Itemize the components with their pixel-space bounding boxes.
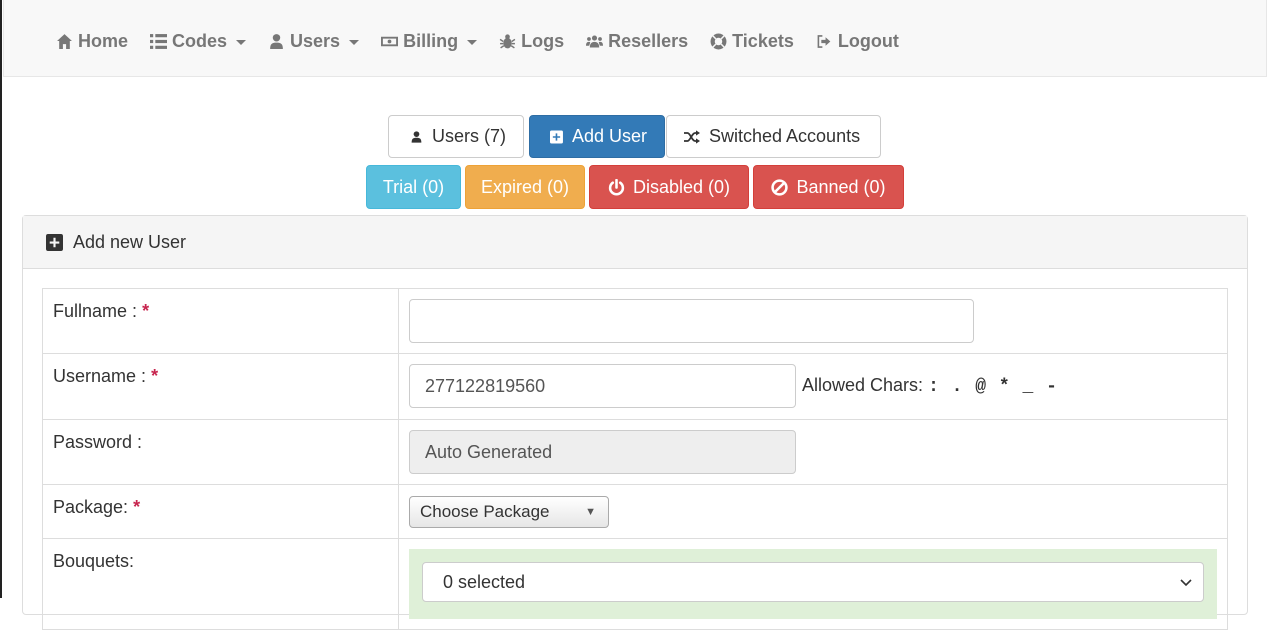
banned-button[interactable]: Banned (0) [753, 165, 904, 209]
nav-home-label: Home [78, 31, 129, 51]
top-navbar: Home Codes Users Billing Logs Resellers … [3, 0, 1267, 77]
plus-square-icon [46, 233, 63, 251]
ban-icon [771, 178, 789, 196]
form-row-package: Package: * Choose Package ▼ [42, 484, 1228, 539]
package-field-cell: Choose Package ▼ [398, 484, 1228, 539]
password-label: Password : [53, 432, 143, 452]
fullname-field-cell [398, 288, 1228, 354]
status-filter-buttons: Trial (0) Expired (0) Disabled (0) Banne… [366, 165, 904, 209]
panel-title: Add new User [73, 231, 187, 252]
random-icon [684, 129, 700, 144]
tab-switched-accounts[interactable]: Switched Accounts [666, 115, 881, 158]
bouquets-label: Bouquets: [53, 551, 135, 571]
form-row-username: Username : * Allowed Chars: : . @ * _ - [42, 353, 1228, 420]
nav-users[interactable]: Users [268, 31, 360, 52]
nav-home[interactable]: Home [56, 31, 128, 52]
expired-button[interactable]: Expired (0) [465, 165, 585, 209]
nav-logout[interactable]: Logout [816, 31, 899, 52]
disabled-button-label: Disabled (0) [632, 176, 731, 197]
allowed-chars-list: : . @ * _ - [928, 377, 1058, 397]
user-icon [411, 130, 422, 143]
fullname-label: Fullname : [53, 301, 138, 321]
money-icon [381, 36, 399, 47]
chevron-down-icon [236, 40, 247, 45]
banned-button-label: Banned (0) [796, 176, 886, 197]
nav-logs-label: Logs [521, 31, 565, 51]
nav-resellers-label: Resellers [608, 31, 689, 51]
form-row-bouquets: Bouquets: 0 selected [42, 538, 1228, 630]
nav-users-label: Users [290, 31, 341, 51]
page-left-border [0, 0, 2, 598]
trial-button-label: Trial (0) [382, 176, 445, 197]
nav-codes[interactable]: Codes [150, 31, 247, 52]
package-select[interactable]: Choose Package ▼ [409, 496, 609, 528]
nav-resellers[interactable]: Resellers [586, 31, 688, 52]
logout-icon [817, 35, 831, 48]
user-tabs: Users (7) Add User Switched Accounts [388, 115, 881, 158]
tab-users-label: Users (7) [431, 126, 506, 146]
bouquets-container: 0 selected [409, 549, 1217, 619]
bouquets-field-cell: 0 selected [398, 538, 1228, 630]
chevron-down-icon [1180, 579, 1192, 587]
nav-tickets-label: Tickets [732, 31, 794, 51]
add-user-form: Fullname : * Username : * Allowed Chars:… [42, 288, 1228, 630]
chevron-down-icon [467, 40, 478, 45]
panel-heading: Add new User [23, 216, 1247, 269]
required-mark: * [142, 301, 150, 321]
users-group-icon [586, 35, 604, 48]
power-icon [608, 178, 625, 196]
username-inline-group: Allowed Chars: : . @ * _ - [409, 364, 1217, 408]
bouquets-multiselect[interactable]: 0 selected [422, 562, 1204, 602]
password-field-cell [398, 419, 1228, 485]
expired-button-label: Expired (0) [480, 176, 570, 197]
list-icon [150, 34, 168, 49]
tab-users[interactable]: Users (7) [388, 115, 524, 158]
home-icon [57, 34, 72, 49]
nav-billing-label: Billing [403, 31, 459, 51]
form-row-password: Password : [42, 419, 1228, 485]
form-row-fullname: Fullname : * [42, 288, 1228, 354]
bouquets-selected-text: 0 selected [443, 571, 526, 592]
tab-switched-accounts-label: Switched Accounts [709, 126, 861, 146]
username-field-cell: Allowed Chars: : . @ * _ - [398, 353, 1228, 420]
bug-icon [499, 34, 516, 49]
plus-square-icon [550, 130, 563, 143]
allowed-chars-hint: Allowed Chars: : . @ * _ - [802, 375, 1058, 397]
username-label-cell: Username : * [42, 353, 399, 420]
package-label-cell: Package: * [42, 484, 399, 539]
nav-codes-label: Codes [172, 31, 228, 51]
bouquets-label-cell: Bouquets: [42, 538, 399, 630]
username-label: Username : [53, 366, 147, 386]
trial-button[interactable]: Trial (0) [366, 165, 461, 209]
tab-add-user-label: Add User [571, 126, 647, 146]
package-label: Package: [53, 497, 129, 517]
password-input [409, 430, 796, 474]
required-mark: * [151, 366, 159, 386]
username-input[interactable] [409, 364, 796, 408]
package-select-value: Choose Package [420, 502, 550, 521]
required-mark: * [133, 497, 141, 517]
life-ring-icon [710, 33, 727, 50]
dropdown-arrow-icon: ▼ [585, 506, 596, 518]
nav-billing[interactable]: Billing [381, 31, 478, 52]
user-icon [270, 34, 283, 49]
allowed-chars-prefix: Allowed Chars: [802, 375, 924, 395]
chevron-down-icon [349, 40, 360, 45]
nav-tickets[interactable]: Tickets [710, 31, 794, 52]
fullname-input[interactable] [409, 299, 974, 343]
tab-add-user[interactable]: Add User [529, 115, 665, 158]
nav-menu: Home Codes Users Billing Logs Resellers … [56, 31, 921, 52]
fullname-label-cell: Fullname : * [42, 288, 399, 354]
disabled-button[interactable]: Disabled (0) [589, 165, 749, 209]
nav-logout-label: Logout [837, 31, 899, 51]
password-label-cell: Password : [42, 419, 399, 485]
nav-logs[interactable]: Logs [499, 31, 564, 52]
